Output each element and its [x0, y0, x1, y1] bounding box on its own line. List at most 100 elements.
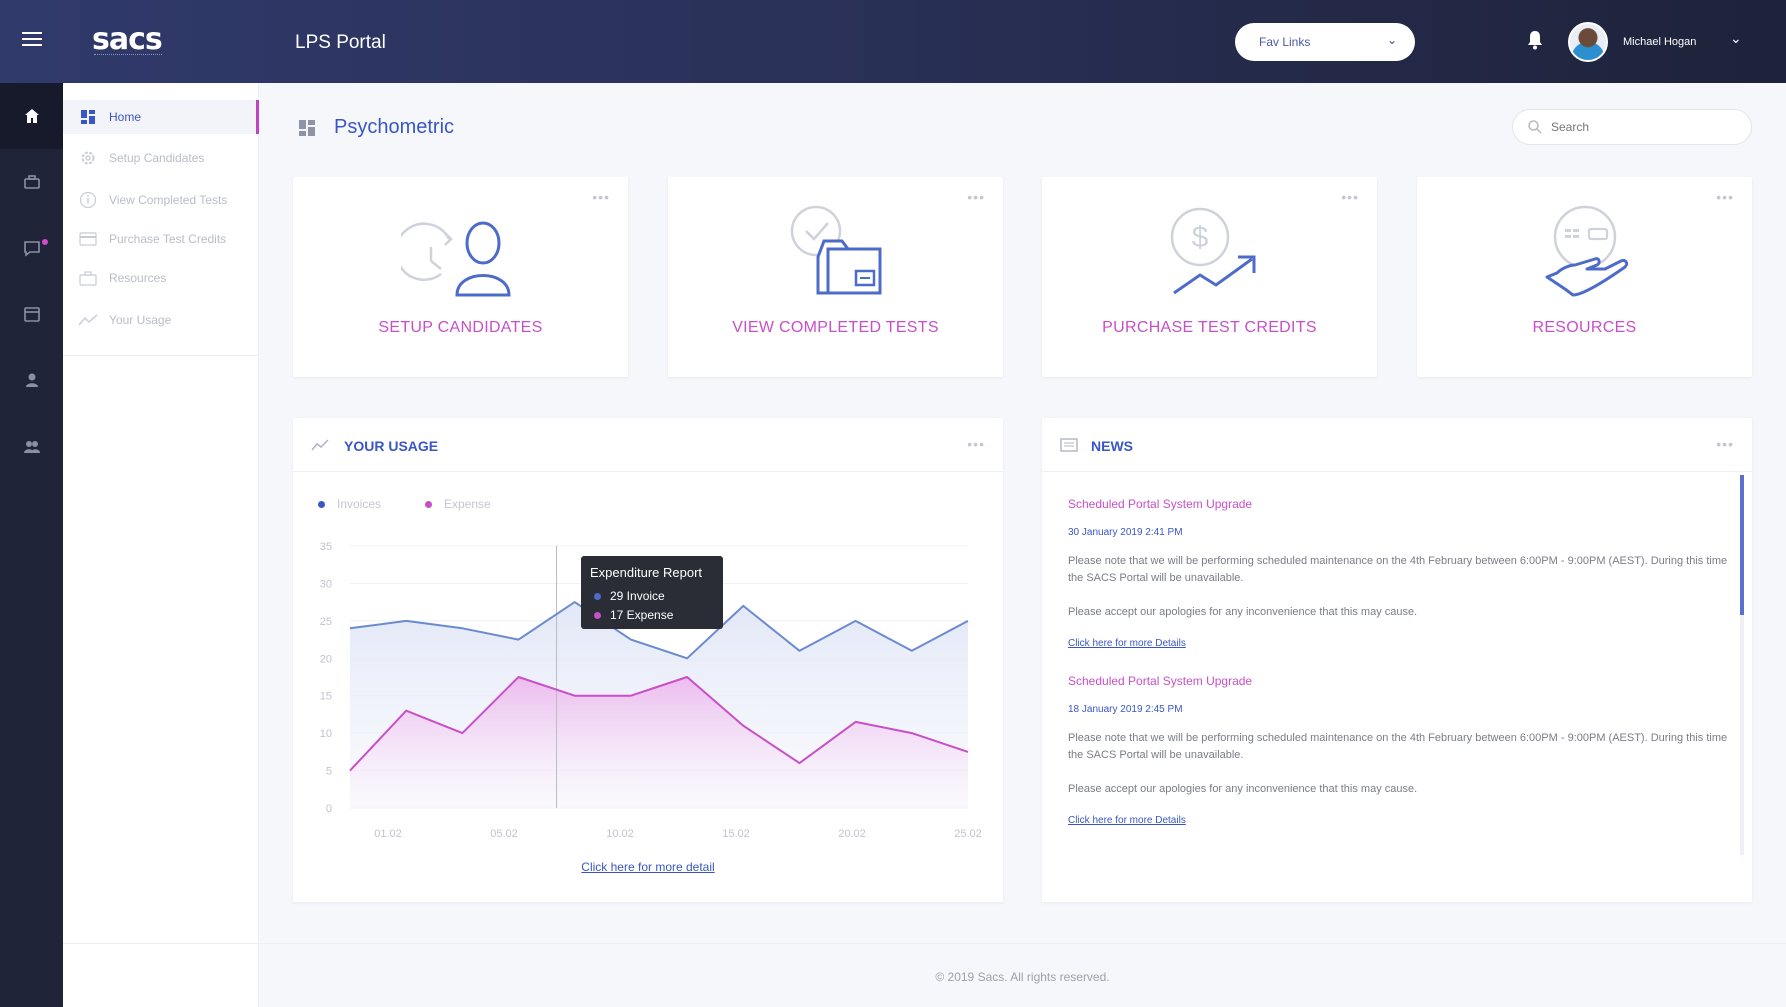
card-resources[interactable]: ••• RESOURCES	[1417, 177, 1752, 377]
news-item-link[interactable]: Click here for more Details	[1068, 638, 1186, 649]
user-name[interactable]: Michael Hogan	[1623, 36, 1696, 48]
chevron-down-icon[interactable]: ⌄	[1730, 30, 1742, 47]
search-input[interactable]	[1512, 109, 1752, 145]
dashboard-icon	[81, 110, 95, 124]
panel-header: YOUR USAGE •••	[293, 418, 1003, 472]
svg-text:$: $	[1191, 221, 1208, 254]
card-label: VIEW COMPLETED TESTS	[732, 319, 939, 336]
tooltip-title: Expenditure Report	[590, 565, 703, 580]
chart-tooltip: Expenditure Report 29 Invoice 17 Expense	[581, 556, 723, 629]
tooltip-expense: 17 Expense	[610, 608, 674, 622]
rail-chat[interactable]	[0, 215, 63, 281]
card-label: SETUP CANDIDATES	[378, 319, 543, 336]
rail-user[interactable]	[0, 347, 63, 413]
y-tick-label: 15	[320, 691, 332, 703]
folder-check-icon	[790, 205, 881, 295]
y-tick-label: 30	[320, 578, 332, 590]
usage-detail-link[interactable]: Click here for more detail	[293, 860, 1003, 874]
briefcase-icon	[23, 175, 40, 189]
legend-dot	[318, 500, 325, 508]
x-tick-label: 01.02	[374, 828, 402, 840]
legend-invoices[interactable]: Invoices	[318, 497, 381, 511]
trend-icon	[78, 314, 98, 326]
sidebar-item-label: Home	[109, 110, 142, 124]
legend-label: Expense	[444, 497, 491, 511]
news-item-title[interactable]: Scheduled Portal System Upgrade	[1068, 674, 1252, 688]
notification-dot	[40, 237, 50, 247]
fav-links-dropdown[interactable]: Fav Links ⌄	[1235, 23, 1415, 61]
news-scrollbar[interactable]	[1740, 475, 1744, 855]
sidebar-item-your-usage[interactable]: Your Usage	[63, 303, 259, 337]
sidebar-item-home[interactable]: Home	[63, 100, 259, 134]
info-icon	[79, 191, 97, 209]
top-bar: sacs LPS Portal Fav Links ⌄ Michael Hoga…	[0, 0, 1786, 83]
home-icon	[24, 109, 39, 123]
sidebar-item-label: Resources	[109, 271, 167, 285]
sidebar-item-resources[interactable]: Resources	[63, 261, 259, 295]
usage-title: YOUR USAGE	[344, 438, 439, 454]
x-tick-label: 15.02	[722, 828, 750, 840]
sidebar-item-view-completed-tests[interactable]: View Completed Tests	[63, 183, 259, 217]
rail-calendar[interactable]	[0, 281, 63, 347]
rail-users[interactable]	[0, 413, 63, 479]
chevron-down-icon: ⌄	[1386, 33, 1397, 47]
sidebar-item-label: Your Usage	[109, 313, 172, 327]
user-refresh-icon	[400, 221, 511, 297]
x-tick-label: 25.02	[954, 828, 982, 840]
credit-card-icon	[79, 232, 97, 246]
rail-home[interactable]	[0, 83, 63, 149]
news-item-body: Please note that we will be performing s…	[1068, 732, 1728, 761]
logo-tagline	[94, 54, 162, 57]
news-item-link[interactable]: Click here for more Details	[1068, 815, 1186, 826]
y-tick-label: 0	[326, 803, 332, 815]
y-tick-label: 5	[326, 766, 332, 778]
chat-icon	[23, 241, 40, 257]
divider	[63, 355, 259, 356]
more-options-icon[interactable]: •••	[592, 189, 610, 205]
x-tick-label: 10.02	[606, 828, 634, 840]
user-icon	[25, 373, 38, 387]
y-tick-label: 35	[320, 541, 332, 553]
news-title: NEWS	[1091, 438, 1133, 454]
more-options-icon[interactable]: •••	[1716, 436, 1734, 452]
legend-expense[interactable]: Expense	[425, 497, 491, 511]
more-options-icon[interactable]: •••	[967, 436, 985, 452]
side-nav: Home Setup Candidates View Completed Tes…	[63, 83, 259, 1007]
legend-dot	[425, 500, 432, 508]
scrollbar-thumb[interactable]	[1740, 475, 1744, 615]
avatar[interactable]	[1568, 22, 1608, 62]
search-icon	[1528, 120, 1542, 134]
y-tick-label: 10	[320, 728, 332, 740]
tooltip-expense-row: 17 Expense	[594, 608, 673, 622]
sidebar-item-setup-candidates[interactable]: Setup Candidates	[63, 141, 259, 175]
sacs-logo[interactable]: sacs	[92, 22, 163, 57]
sidebar-item-purchase-test-credits[interactable]: Purchase Test Credits	[63, 222, 259, 256]
dollar-growth-icon: $	[1170, 207, 1255, 295]
card-view-completed-tests[interactable]: ••• VIEW COMPLETED TESTS	[668, 177, 1003, 377]
more-options-icon[interactable]: •••	[967, 189, 985, 205]
grid-icon	[299, 120, 315, 136]
tooltip-invoice: 29 Invoice	[610, 589, 665, 603]
news-item-body: Please note that we will be performing s…	[1068, 555, 1728, 584]
icon-rail	[0, 83, 63, 1007]
more-options-icon[interactable]: •••	[1341, 189, 1359, 205]
footer: © 2019 Sacs. All rights reserved.	[259, 943, 1786, 1007]
sidebar-item-label: View Completed Tests	[109, 193, 228, 207]
card-setup-candidates[interactable]: ••• SETUP CANDIDATES	[293, 177, 628, 377]
sidebar-item-label: Purchase Test Credits	[109, 232, 227, 246]
users-icon	[23, 441, 40, 453]
x-tick-label: 20.02	[838, 828, 866, 840]
gear-icon	[81, 151, 95, 165]
newspaper-icon	[1060, 438, 1078, 452]
bell-icon[interactable]	[1526, 30, 1544, 50]
rail-briefcase[interactable]	[0, 149, 63, 215]
more-options-icon[interactable]: •••	[1716, 189, 1734, 205]
news-panel: NEWS •••	[1042, 418, 1752, 902]
trend-icon	[311, 439, 329, 451]
legend-label: Invoices	[337, 497, 382, 511]
card-purchase-test-credits[interactable]: ••• $ PURCHASE TEST CREDITS	[1042, 177, 1377, 377]
y-tick-label: 20	[320, 653, 332, 665]
news-item-title[interactable]: Scheduled Portal System Upgrade	[1068, 497, 1252, 511]
card-label: RESOURCES	[1532, 319, 1637, 336]
menu-icon[interactable]	[22, 32, 42, 48]
